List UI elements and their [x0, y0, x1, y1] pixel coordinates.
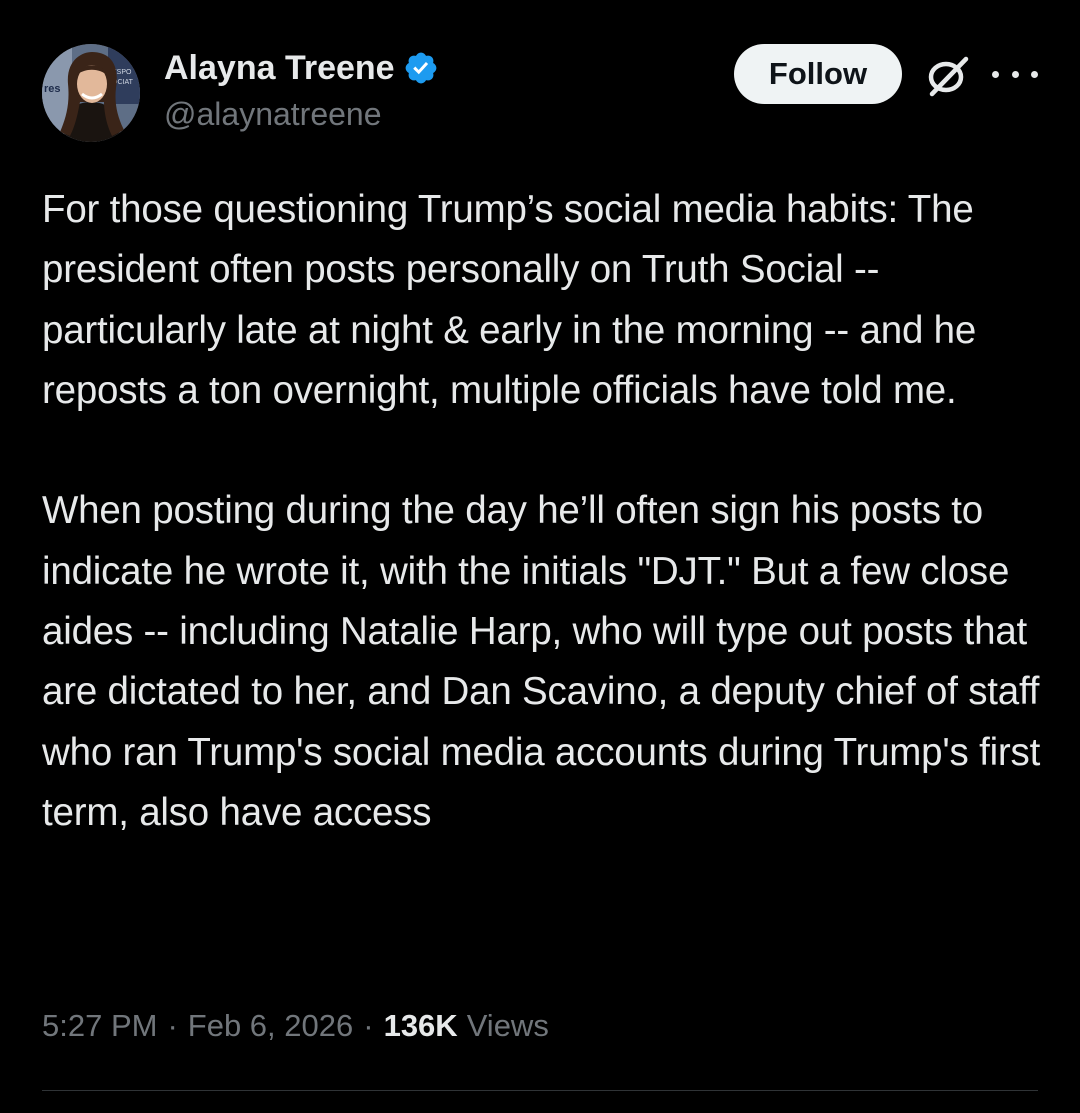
display-name[interactable]: Alayna Treene — [164, 49, 395, 88]
dot-icon — [1011, 70, 1019, 78]
tweet-meta: 5:27 PM · Feb 6, 2026 · 136K Views — [42, 1004, 549, 1048]
more-options-icon[interactable] — [992, 66, 1038, 82]
dot-icon — [1031, 70, 1038, 78]
tweet-time[interactable]: 5:27 PM — [42, 1008, 157, 1044]
meta-separator: · — [363, 1008, 374, 1043]
views-count: 136K — [383, 1008, 458, 1043]
grok-icon[interactable] — [926, 54, 970, 98]
views-label: Views — [466, 1008, 549, 1043]
avatar[interactable]: res ESPO OCIAT — [42, 44, 140, 142]
tweet-date[interactable]: Feb 6, 2026 — [188, 1008, 353, 1044]
dot-icon — [992, 70, 999, 78]
author-handle[interactable]: @alaynatreene — [164, 96, 684, 133]
meta-separator: · — [167, 1008, 178, 1043]
verified-badge-icon[interactable] — [403, 50, 439, 86]
name-row: Alayna Treene — [164, 46, 684, 90]
follow-button[interactable]: Follow — [734, 44, 902, 104]
author-identity: Alayna Treene @alaynatreene — [164, 46, 684, 133]
profile-photo-icon: res ESPO OCIAT — [42, 44, 140, 142]
svg-text:res: res — [44, 83, 61, 95]
tweet-text: For those questioning Trump’s social med… — [42, 188, 1041, 834]
tweet-detail: res ESPO OCIAT Alayna Treene @alaynatree… — [0, 0, 1080, 1113]
divider — [42, 1090, 1038, 1091]
tweet-header: res ESPO OCIAT Alayna Treene @alaynatree… — [42, 44, 1042, 144]
